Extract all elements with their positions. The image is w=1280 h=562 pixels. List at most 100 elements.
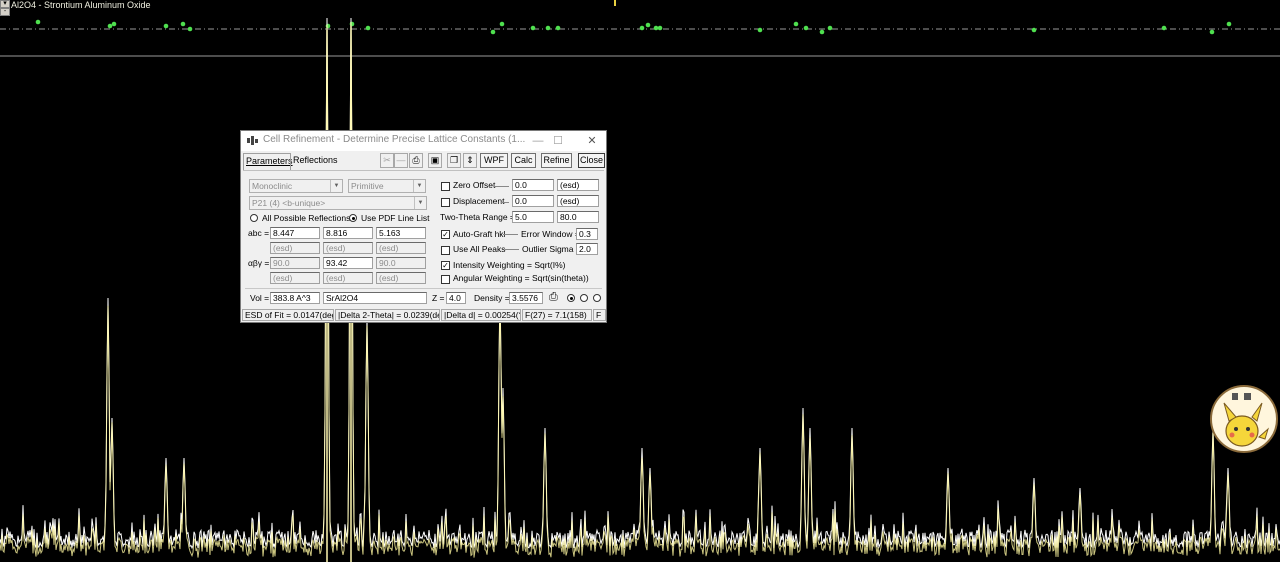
units-radio-3[interactable]: [593, 294, 601, 302]
reference-tick-group: [35, 19, 1232, 35]
maximize-icon[interactable]: ☐: [547, 133, 569, 149]
reference-tick-dot: [757, 27, 763, 33]
status-extra: F: [593, 309, 606, 321]
wpf-button[interactable]: WPF: [480, 153, 508, 168]
displacement-esd-field: (esd): [557, 195, 599, 207]
two-theta-min-field[interactable]: 5.0: [512, 211, 554, 223]
beta-field[interactable]: 93.42: [323, 257, 373, 269]
reference-tick-dot: [111, 21, 117, 27]
window-minimize-button[interactable]: -: [0, 8, 10, 16]
displacement-field[interactable]: 0.0: [512, 195, 554, 207]
reference-tick-dot: [35, 19, 41, 25]
status-esd: ESD of Fit = 0.0147(deg): [242, 309, 334, 321]
sort-icon[interactable]: ⇕: [463, 153, 477, 168]
toolbar-separator: [243, 170, 604, 171]
zero-offset-checkbox[interactable]: [441, 182, 450, 191]
space-group-select[interactable]: P21 (4) <b-unique> ▼: [249, 196, 427, 210]
diffraction-trace-overlay: [0, 22, 1280, 558]
zero-offset-field[interactable]: 0.0: [512, 179, 554, 191]
reference-tick-dot: [490, 29, 496, 35]
beta-esd-field: (esd): [323, 272, 373, 284]
pdf-lines-radio[interactable]: [349, 214, 357, 222]
reference-tick-dot: [530, 25, 536, 31]
use-all-peaks-label: Use All Peaks: [453, 244, 506, 254]
floating-mascot-avatar[interactable]: [1210, 385, 1278, 453]
app-icon: [247, 136, 258, 145]
reference-tick-dot: [1226, 21, 1232, 27]
reference-tick-dot: [653, 25, 659, 31]
reference-tick-dot: [657, 25, 663, 31]
angles-label: αβγ =: [248, 258, 270, 268]
dialog-titlebar[interactable]: Cell Refinement - Determine Precise Latt…: [241, 131, 606, 151]
z-field[interactable]: 4.0: [446, 292, 466, 304]
auto-graft-checkbox[interactable]: ✓: [441, 230, 450, 239]
units-radio-1[interactable]: [567, 294, 575, 302]
b-esd-field: (esd): [323, 242, 373, 254]
reference-tick-dot: [325, 23, 331, 29]
displacement-checkbox[interactable]: [441, 198, 450, 207]
alpha-field: 90.0: [270, 257, 320, 269]
tab-parameters[interactable]: Parameters: [243, 153, 293, 170]
outlier-sigma-label: Outlier Sigma =: [522, 244, 581, 254]
c-field[interactable]: 5.163: [376, 227, 426, 239]
reference-tick-dot: [349, 21, 355, 27]
cut-icon[interactable]: ✂: [380, 153, 394, 168]
print-icon[interactable]: ⎙: [409, 153, 423, 168]
auto-graft-label: Auto-Graft hkl: [453, 229, 506, 239]
angular-weighting-checkbox[interactable]: [441, 275, 450, 284]
print-density-icon[interactable]: ⎙: [549, 291, 558, 303]
tab-reflections[interactable]: Reflections: [290, 153, 339, 168]
reference-tick-dot: [107, 23, 113, 29]
cell-refinement-dialog: Cell Refinement - Determine Precise Latt…: [240, 130, 607, 323]
diffraction-trace: [0, 17, 1280, 550]
reference-tick-dot: [365, 25, 371, 31]
units-radio-2[interactable]: [580, 294, 588, 302]
density-field: 3.5576: [509, 292, 543, 304]
gamma-field: 90.0: [376, 257, 426, 269]
c-esd-field: (esd): [376, 242, 426, 254]
error-window-field[interactable]: 0.3: [576, 228, 598, 240]
status-delta-2theta: |Delta 2-Theta| = 0.0239(deg): [335, 309, 440, 321]
zero-offset-esd-field: (esd): [557, 179, 599, 191]
gamma-esd-field: (esd): [376, 272, 426, 284]
xrd-pattern-plot[interactable]: [0, 0, 1280, 562]
save-icon[interactable]: ▣: [428, 153, 442, 168]
reference-tick-dot: [1031, 27, 1037, 33]
vol-label: Vol =: [250, 293, 270, 303]
outlier-sigma-field[interactable]: 2.0: [576, 243, 598, 255]
remove-icon[interactable]: —: [394, 153, 408, 168]
a-field[interactable]: 8.447: [270, 227, 320, 239]
status-fom: F(27) = 7.1(158): [522, 309, 592, 321]
close-button[interactable]: Close: [578, 153, 605, 168]
calc-button[interactable]: Calc: [511, 153, 536, 168]
zero-offset-label: Zero Offset: [453, 180, 496, 190]
all-reflections-radio[interactable]: [250, 214, 258, 222]
angular-weighting-label: Angular Weighting = Sqrt(sin(theta)): [453, 273, 589, 283]
two-theta-max-field[interactable]: 80.0: [557, 211, 599, 223]
reference-tick-dot: [793, 21, 799, 27]
reference-tick-dot: [545, 25, 551, 31]
window-restore-button[interactable]: ▾: [0, 0, 10, 8]
use-all-peaks-checkbox[interactable]: [441, 246, 450, 255]
close-icon[interactable]: ✕: [581, 133, 603, 149]
status-delta-d: |Delta d| = 0.00254(?): [441, 309, 521, 321]
crystal-system-select[interactable]: Monoclinic ▼: [249, 179, 343, 193]
b-field[interactable]: 8.816: [323, 227, 373, 239]
reference-tick-dot: [187, 26, 193, 32]
alpha-esd-field: (esd): [270, 272, 320, 284]
reference-tick-dot: [499, 21, 505, 27]
reference-tick-dot: [180, 21, 186, 27]
refine-button[interactable]: Refine: [541, 153, 572, 168]
copy-icon[interactable]: ❐: [447, 153, 461, 168]
status-bar: ESD of Fit = 0.0147(deg) |Delta 2-Theta|…: [242, 309, 606, 321]
minimize-icon[interactable]: —: [527, 133, 549, 149]
displacement-label: Displacement: [453, 196, 505, 206]
phase-label: Al2O4 - Strontium Aluminum Oxide: [11, 0, 151, 10]
intensity-weighting-checkbox[interactable]: ✓: [441, 261, 450, 270]
formula-field[interactable]: SrAl2O4: [323, 292, 427, 304]
reference-tick-dot: [1209, 29, 1215, 35]
z-label: Z =: [432, 293, 445, 303]
lattice-type-select[interactable]: Primitive ▼: [348, 179, 426, 193]
reference-tick-dot: [1161, 25, 1167, 31]
intensity-weighting-label: Intensity Weighting = Sqrt(I%): [453, 260, 566, 270]
